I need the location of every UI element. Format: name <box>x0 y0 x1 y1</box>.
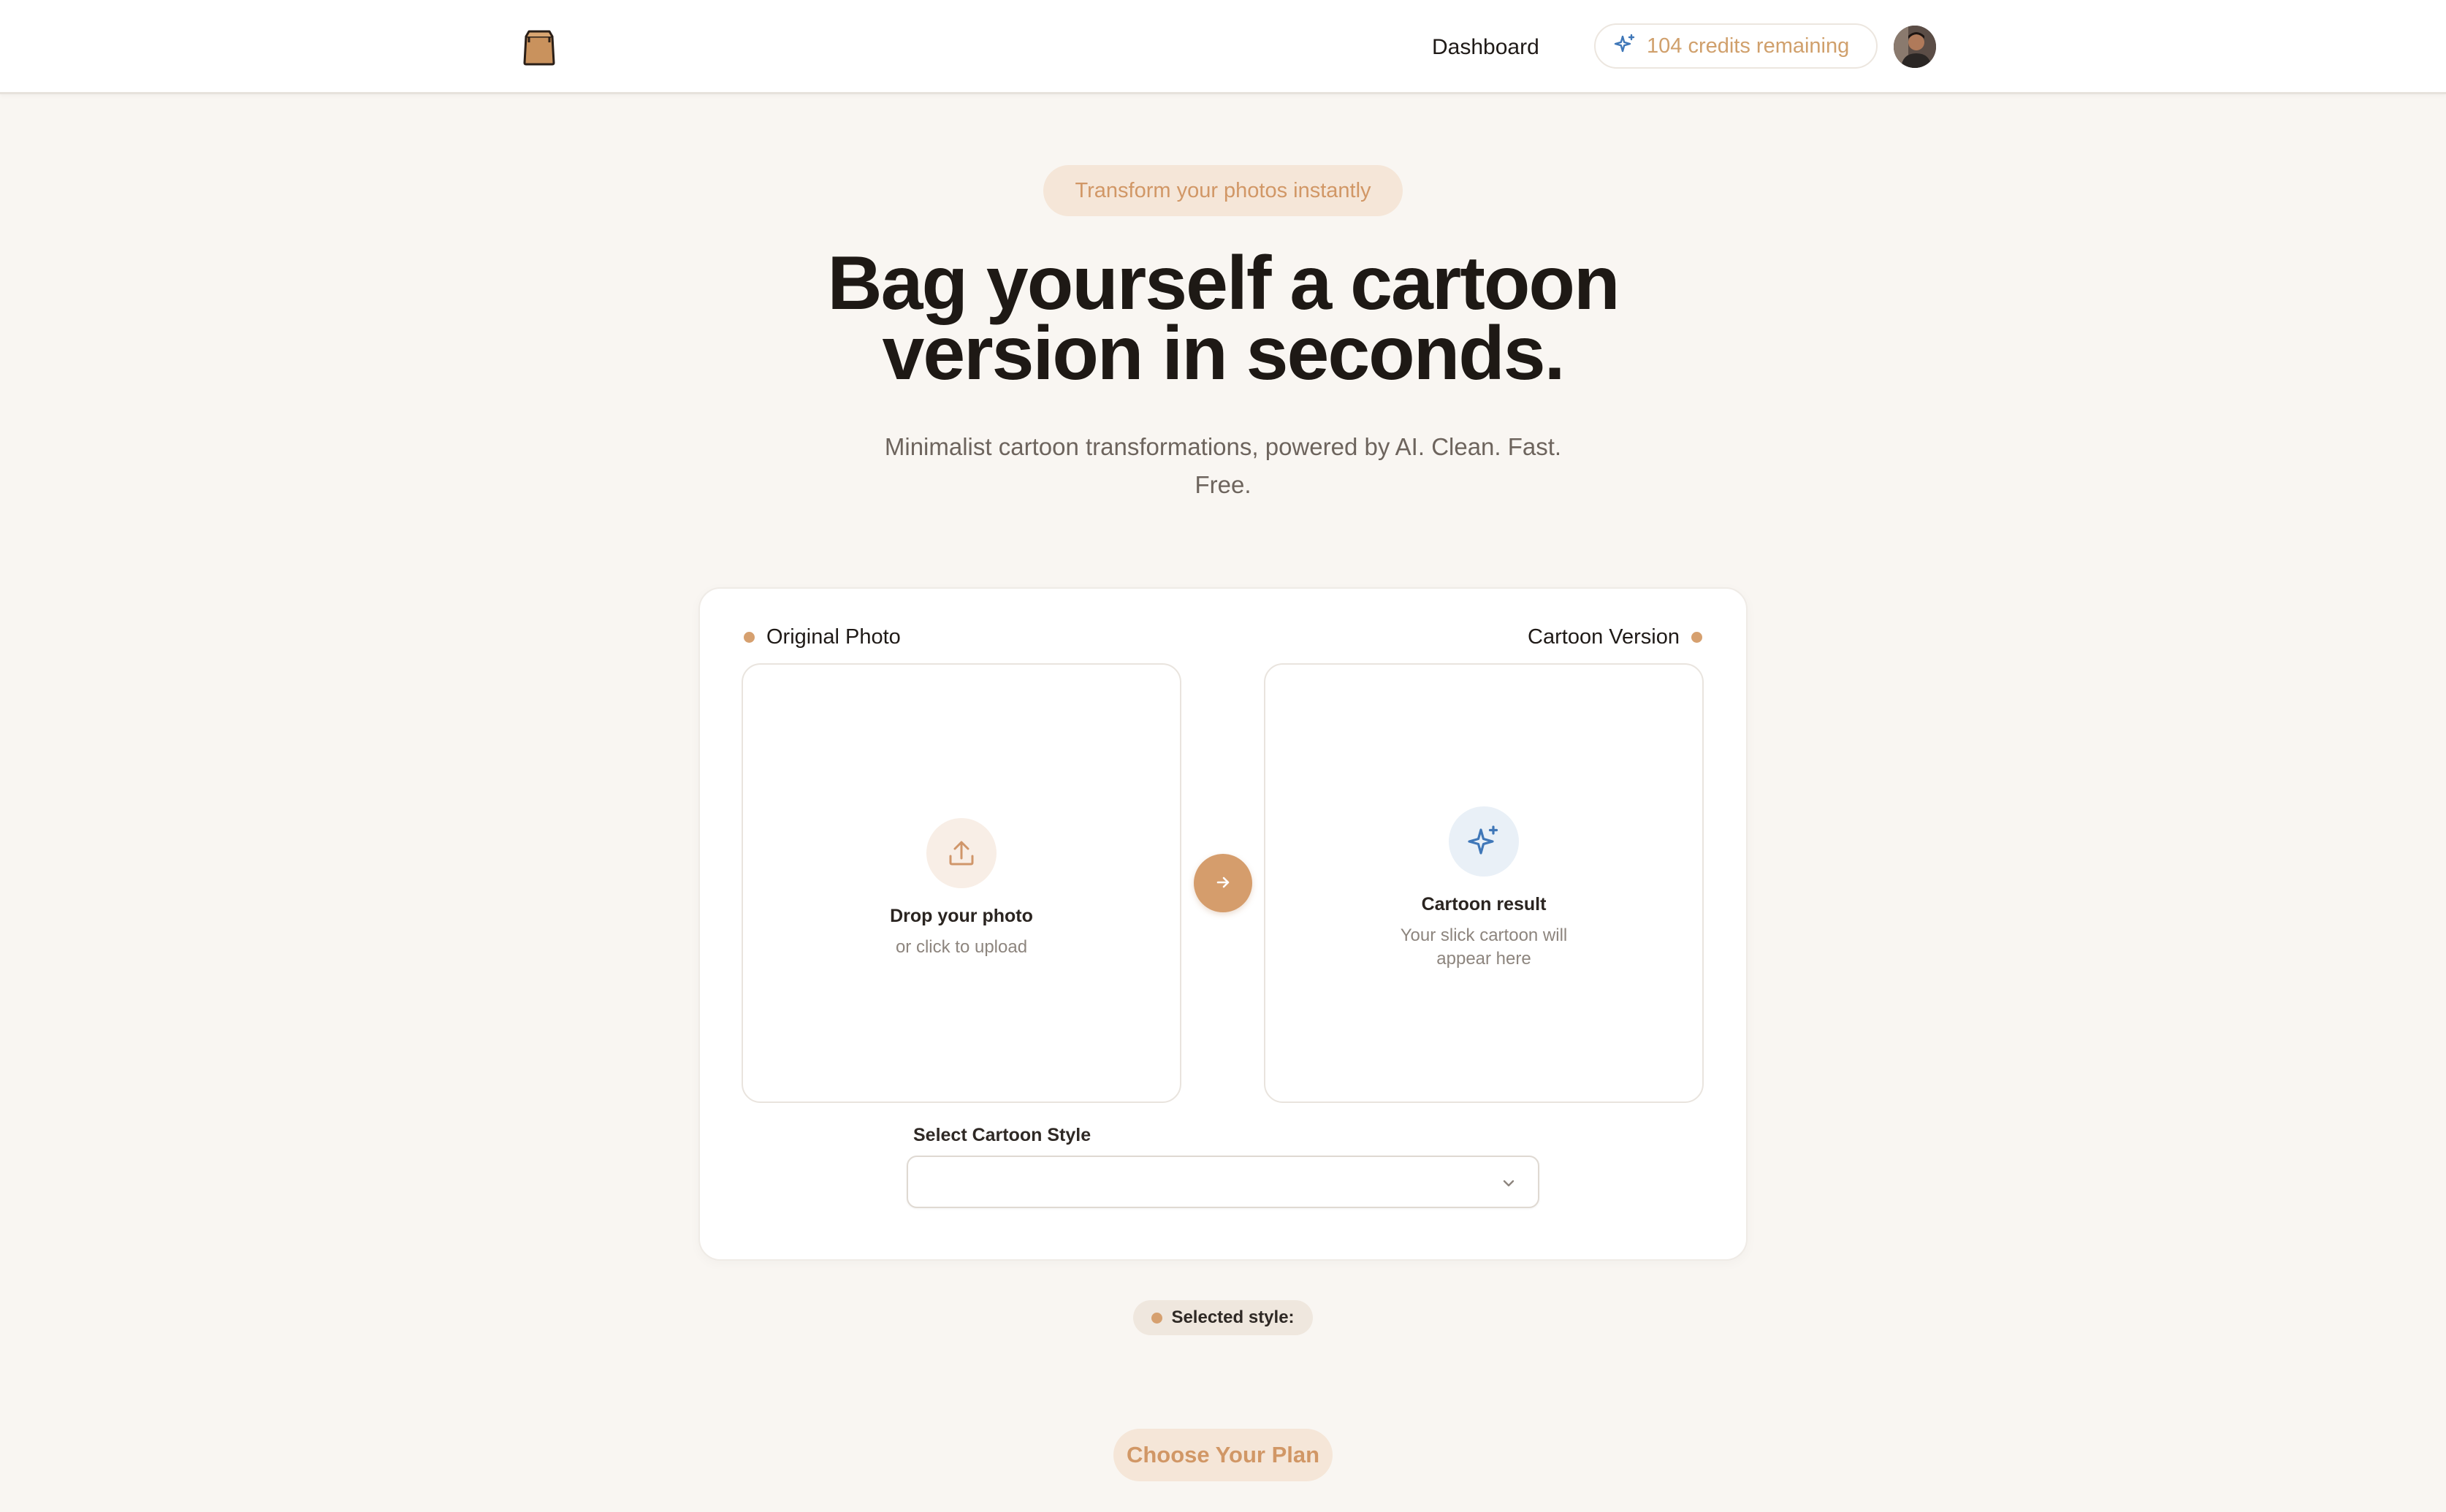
hero-eyebrow-badge: Transform your photos instantly <box>1043 165 1403 216</box>
convert-arrow-button[interactable] <box>1194 854 1252 912</box>
nav-dashboard-link[interactable]: Dashboard <box>1432 29 1539 66</box>
hero-title-line-2: version in seconds. <box>882 311 1566 396</box>
cartoon-version-label-text: Cartoon Version <box>1528 625 1680 649</box>
upload-dropzone[interactable]: Drop your photo or click to upload <box>742 663 1181 1103</box>
upload-title: Drop your photo <box>890 906 1033 926</box>
status-dot <box>1151 1312 1163 1324</box>
result-title: Cartoon result <box>1421 894 1547 915</box>
cartoon-style-select[interactable] <box>907 1156 1539 1208</box>
credits-badge[interactable]: 104 credits remaining <box>1594 23 1878 69</box>
user-avatar[interactable] <box>1894 26 1936 68</box>
status-dot <box>744 631 755 643</box>
arrow-right-icon <box>1214 873 1232 894</box>
upload-icon <box>926 818 997 888</box>
hero-title: Bag yourself a cartoon version in second… <box>785 245 1661 392</box>
paper-bag-logo-icon[interactable] <box>522 29 557 66</box>
chevron-down-icon <box>1500 1175 1517 1196</box>
credits-remaining-text: 104 credits remaining <box>1647 34 1850 58</box>
selected-style-text: Selected style: <box>1171 1307 1295 1327</box>
top-nav-bar: Dashboard 104 credits remaining <box>0 0 2446 94</box>
sparkle-icon <box>1449 806 1519 877</box>
hero-subtitle: Minimalist cartoon transformations, powe… <box>884 433 1562 498</box>
cartoon-result-panel: Cartoon result Your slick cartoon will a… <box>1264 663 1704 1103</box>
choose-plan-button[interactable]: Choose Your Plan <box>1113 1429 1333 1481</box>
selected-style-badge: Selected style: <box>1133 1300 1313 1335</box>
status-dot <box>1691 631 1702 643</box>
original-photo-label-text: Original Photo <box>766 625 901 649</box>
result-subtitle: Your slick cartoon will appear here <box>1400 925 1568 969</box>
upload-subtitle: or click to upload <box>895 937 1028 957</box>
original-photo-label: Original Photo <box>744 622 901 652</box>
cartoon-version-label: Cartoon Version <box>1528 622 1702 652</box>
sparkle-icon <box>1613 33 1637 60</box>
cartoon-style-label: Select Cartoon Style <box>913 1125 1091 1145</box>
